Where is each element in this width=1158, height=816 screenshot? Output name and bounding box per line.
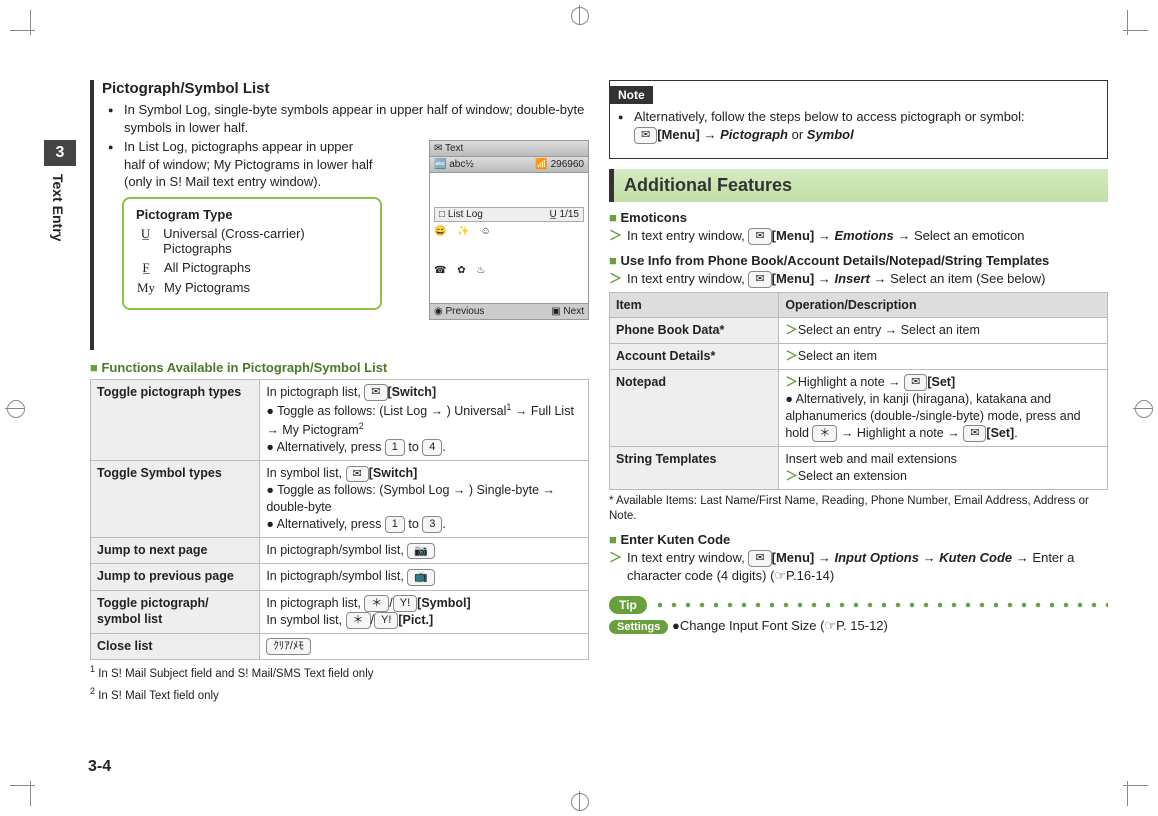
phone-counter: 📶 296960 <box>535 159 584 170</box>
mail-key-icon: ✉ <box>748 550 771 567</box>
crop-mark <box>1108 10 1148 50</box>
mail-key-icon: ✉ <box>904 374 927 391</box>
center-mark <box>1128 393 1158 423</box>
crop-mark <box>10 766 50 806</box>
mail-key-icon: ✉ <box>346 466 369 483</box>
crop-mark <box>1108 766 1148 806</box>
table-cell-desc: Insert web and mail extensions ＞Select a… <box>779 447 1108 490</box>
crop-mark <box>10 10 50 50</box>
table-cell-desc: In pictograph list, ＊/Y![Symbol] In symb… <box>260 590 589 633</box>
kuten-step: In text entry window, ✉[Menu] → Input Op… <box>609 549 1108 585</box>
key-3-icon: 3 <box>422 516 442 533</box>
tip-dots <box>653 602 1108 608</box>
use-info-heading: Use Info from Phone Book/Account Details… <box>609 253 1108 268</box>
pictogram-type-title: Pictogram Type <box>136 207 368 222</box>
universal-icon: U̲ <box>136 226 155 242</box>
footnote: 2 In S! Mail Text field only <box>90 686 589 704</box>
table-head-desc: Operation/Description <box>779 292 1108 318</box>
kuten-heading: Enter Kuten Code <box>609 532 1108 547</box>
table-cell-item: Notepad <box>610 370 779 447</box>
pictogram-row-text: All Pictographs <box>164 260 251 275</box>
table-cell-desc: In pictograph/symbol list, 📺 <box>260 564 589 590</box>
pictograph-icons-row: 😄 ✨ ☺ <box>434 226 584 237</box>
star-key-icon: ＊ <box>364 595 389 612</box>
page-number: 3-4 <box>88 758 111 776</box>
table-cell-item: Phone Book Data* <box>610 318 779 344</box>
emoticons-step: In text entry window, ✉[Menu] → Emotions… <box>609 227 1108 245</box>
phone-mode: 🔤 abc½ <box>434 159 474 170</box>
pictogram-row-text: My Pictograms <box>164 280 250 295</box>
bullet-item: In List Log, pictographs appear in upper… <box>124 138 374 191</box>
note-box: Note Alternatively, follow the steps bel… <box>609 80 1108 159</box>
table-cell-desc: In symbol list, ✉[Switch] ● Toggle as fo… <box>260 461 589 538</box>
table-cell-item: Jump to next page <box>91 538 260 564</box>
insert-items-table: Item Operation/Description Phone Book Da… <box>609 292 1108 490</box>
table-head-item: Item <box>610 292 779 318</box>
center-mark <box>564 786 594 816</box>
table-cell-item: Toggle pictograph/ symbol list <box>91 590 260 633</box>
table-cell-desc: In pictograph list, ✉[Switch] ● Toggle a… <box>260 380 589 461</box>
footnote: 1 In S! Mail Subject field and S! Mail/S… <box>90 664 589 682</box>
settings-row: Settings ●Change Input Font Size (☞P. 15… <box>609 618 1108 634</box>
phone-titlebar: ✉ Text <box>430 141 588 157</box>
key-1-icon: 1 <box>385 439 405 456</box>
list-log-label: □ List Log <box>439 209 483 220</box>
table-cell-desc: ｸﾘｱ/ﾒﾓ <box>260 633 589 659</box>
key-1-icon: 1 <box>385 516 405 533</box>
center-mark <box>564 0 594 30</box>
key-4-icon: 4 <box>422 439 442 456</box>
bullet-item: In Symbol Log, single-byte symbols appea… <box>124 101 589 136</box>
settings-text: ●Change Input Font Size (☞P. 15-12) <box>672 618 888 633</box>
phone-prev: ◉ Previous <box>434 306 484 317</box>
available-items-footnote: * Available Items: Last Name/First Name,… <box>609 494 1108 524</box>
right-column: Note Alternatively, follow the steps bel… <box>609 80 1108 756</box>
note-text: Alternatively, follow the steps below to… <box>634 108 1099 144</box>
note-label: Note <box>610 86 653 104</box>
camera-key-icon: 📷 <box>407 543 435 560</box>
my-pictograms-icon: My <box>136 280 156 296</box>
settings-badge: Settings <box>609 620 668 634</box>
list-log-badge: U̲ 1/15 <box>550 209 579 220</box>
center-mark <box>0 393 30 423</box>
yahoo-key-icon: Y! <box>393 595 417 612</box>
tv-key-icon: 📺 <box>407 569 435 586</box>
pictograph-icons-row: ☎ ✿ ♨ <box>434 265 584 276</box>
yahoo-key-icon: Y! <box>374 612 398 629</box>
table-cell-desc: ＞Highlight a note → ✉[Set] ● Alternative… <box>779 370 1108 447</box>
pictogram-type-box: Pictogram Type U̲ Universal (Cross-carrie… <box>122 197 382 310</box>
table-cell-desc: ＞Select an entry → Select an item <box>779 318 1108 344</box>
phone-next: ▣ Next <box>551 306 584 317</box>
star-key-icon: ＊ <box>346 612 371 629</box>
use-info-step: In text entry window, ✉[Menu] → Insert →… <box>609 270 1108 288</box>
table-cell-item: String Templates <box>610 447 779 490</box>
table-cell-desc: In pictograph/symbol list, 📷 <box>260 538 589 564</box>
phone-screenshot: ✉ Text 🔤 abc½ 📶 296960 □ List Log U̲ 1/1… <box>429 140 589 320</box>
emoticons-heading: Emoticons <box>609 210 1108 225</box>
tip-badge: Tip <box>609 596 647 614</box>
tip-row: Tip <box>609 596 1108 614</box>
table-cell-item: Toggle pictograph types <box>91 380 260 461</box>
mail-key-icon: ✉ <box>963 425 986 442</box>
pictogram-row-text: Universal (Cross-carrier) Pictographs <box>163 226 368 256</box>
mail-key-icon: ✉ <box>634 127 657 144</box>
functions-heading: Functions Available in Pictograph/Symbol… <box>90 360 589 375</box>
functions-table: Toggle pictograph types In pictograph li… <box>90 379 589 660</box>
table-cell-item: Close list <box>91 633 260 659</box>
star-key-icon: ＊ <box>812 425 837 442</box>
pictograph-list-title: Pictograph/Symbol List <box>102 80 589 97</box>
table-cell-item: Jump to previous page <box>91 564 260 590</box>
table-cell-item: Account Details* <box>610 344 779 370</box>
mail-key-icon: ✉ <box>748 271 771 288</box>
mail-key-icon: ✉ <box>748 228 771 245</box>
mail-key-icon: ✉ <box>364 384 387 401</box>
left-column: Pictograph/Symbol List In Symbol Log, si… <box>50 80 589 756</box>
table-cell-item: Toggle Symbol types <box>91 461 260 538</box>
clear-key-icon: ｸﾘｱ/ﾒﾓ <box>266 638 311 655</box>
all-pictographs-icon: F̲ <box>136 260 156 276</box>
additional-features-heading: Additional Features <box>609 169 1108 202</box>
table-cell-desc: ＞Select an item <box>779 344 1108 370</box>
